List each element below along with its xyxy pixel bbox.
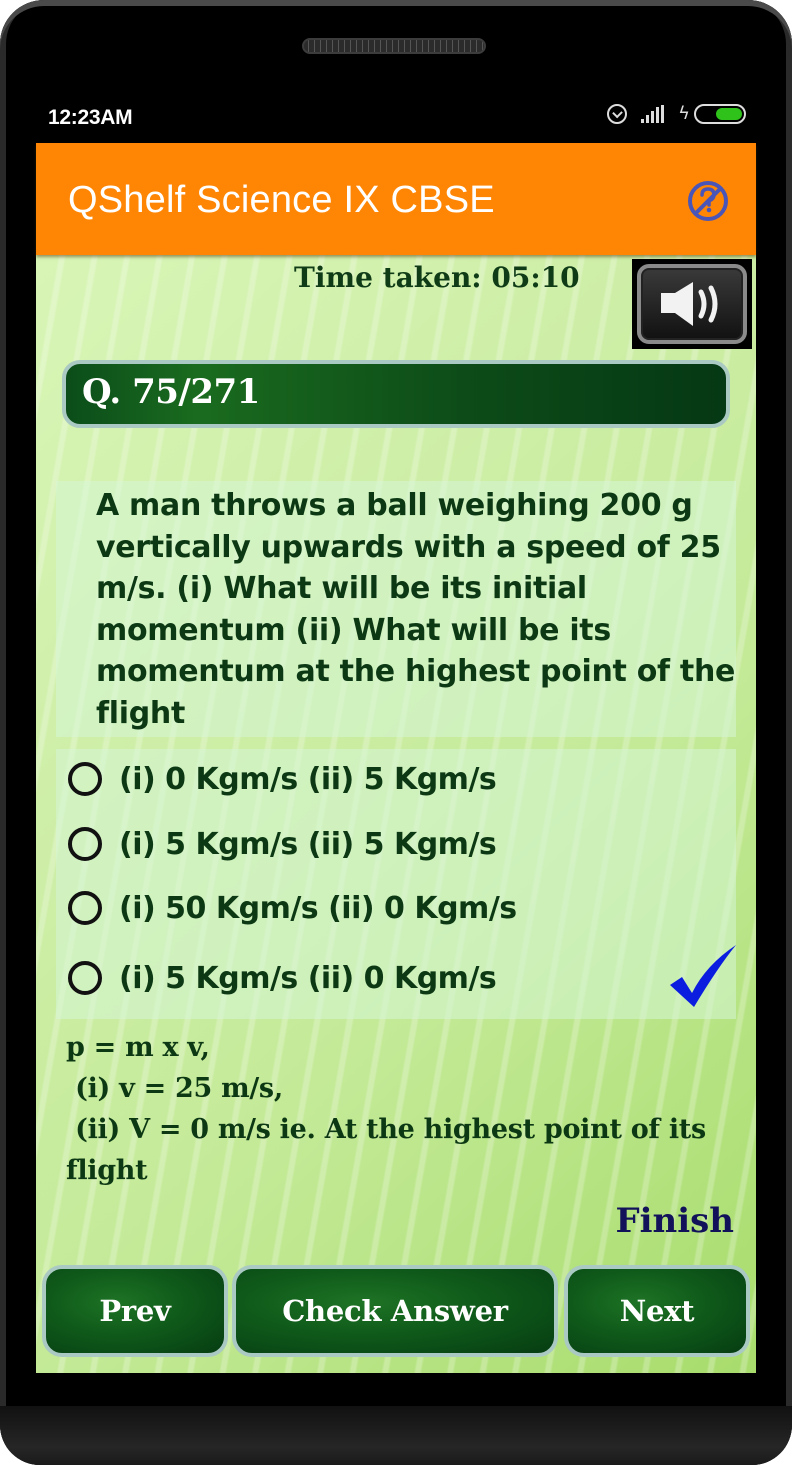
options-list: (i) 0 Kgm/s (ii) 5 Kgm/s (i) 5 Kgm/s (ii…: [56, 749, 736, 1019]
prev-button[interactable]: Prev: [42, 1265, 228, 1357]
check-answer-button-label: Check Answer: [282, 1294, 508, 1328]
status-time: 12:23AM: [48, 106, 133, 129]
radio-button[interactable]: [68, 827, 102, 861]
question-text: A man throws a ball weighing 200 g verti…: [96, 488, 736, 731]
question-number-bar: Q. 75/271: [62, 360, 730, 428]
option-label: (i) 0 Kgm/s (ii) 5 Kgm/s: [119, 761, 497, 797]
option-label: (i) 50 Kgm/s (ii) 0 Kgm/s: [119, 890, 517, 926]
sound-button-face: [637, 264, 747, 344]
no-help-icon: [688, 181, 728, 221]
option-label: (i) 5 Kgm/s (ii) 0 Kgm/s: [119, 960, 497, 996]
signal-icon: [641, 105, 665, 123]
speaker-icon: [661, 282, 718, 326]
next-button-label: Next: [619, 1294, 695, 1328]
status-bar: 12:23AM ϟ: [36, 98, 756, 142]
next-button[interactable]: Next: [564, 1265, 750, 1357]
phone-frame: 12:23AM ϟ QShelf Science IX CBSE Time ta…: [0, 0, 792, 1465]
app-title: QShelf Science IX CBSE: [68, 179, 495, 221]
time-taken: Time taken: 05:10: [294, 261, 580, 294]
phone-chin: [0, 1406, 792, 1465]
alarm-icon: [607, 104, 628, 124]
question-number: Q. 75/271: [82, 372, 260, 412]
quiz-screen: Time taken: 05:10 Q. 75/271 A man throws…: [36, 255, 756, 1373]
radio-button[interactable]: [68, 762, 102, 796]
no-help-button[interactable]: [686, 179, 730, 223]
status-icons: ϟ: [607, 104, 746, 124]
check-answer-button[interactable]: Check Answer: [232, 1265, 558, 1357]
option-1[interactable]: (i) 0 Kgm/s (ii) 5 Kgm/s: [68, 755, 718, 803]
app-bar: QShelf Science IX CBSE: [36, 143, 756, 255]
earpiece-speaker: [302, 38, 486, 54]
option-3[interactable]: (i) 50 Kgm/s (ii) 0 Kgm/s: [68, 884, 718, 932]
battery-level: [716, 108, 742, 120]
option-label: (i) 5 Kgm/s (ii) 5 Kgm/s: [119, 826, 497, 862]
question-box: A man throws a ball weighing 200 g verti…: [56, 481, 736, 737]
battery-icon: [694, 104, 746, 124]
prev-button-label: Prev: [99, 1294, 171, 1328]
charging-icon: ϟ: [678, 103, 690, 124]
finish-link[interactable]: Finish: [615, 1201, 734, 1241]
checkmark-icon: [670, 945, 736, 1007]
option-2[interactable]: (i) 5 Kgm/s (ii) 5 Kgm/s: [68, 820, 718, 868]
option-4[interactable]: (i) 5 Kgm/s (ii) 0 Kgm/s: [68, 954, 718, 1002]
radio-button[interactable]: [68, 891, 102, 925]
sound-button[interactable]: [632, 259, 752, 349]
radio-button[interactable]: [68, 961, 102, 995]
answer-explanation: p = m x v, (i) v = 25 m/s, (ii) V = 0 m/…: [66, 1032, 706, 1186]
